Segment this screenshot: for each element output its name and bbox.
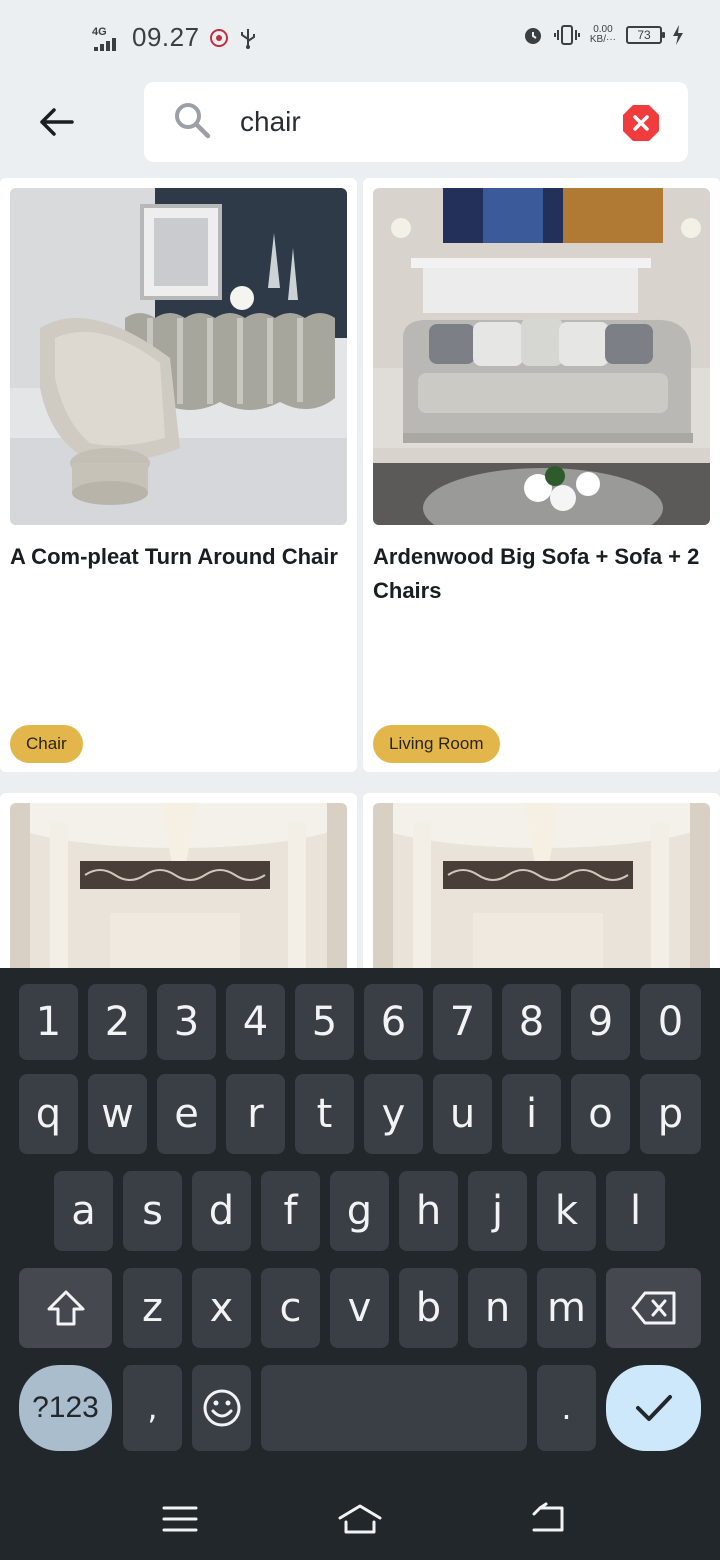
key-5[interactable]: 5: [295, 984, 354, 1060]
battery-icon: 73: [626, 26, 665, 44]
key-j[interactable]: j: [468, 1171, 527, 1251]
key-h[interactable]: h: [399, 1171, 458, 1251]
category-tag[interactable]: Chair: [10, 725, 83, 763]
key-i[interactable]: i: [502, 1074, 561, 1154]
key-o[interactable]: o: [571, 1074, 630, 1154]
key-y[interactable]: y: [364, 1074, 423, 1154]
key-m[interactable]: m: [537, 1268, 596, 1348]
product-image: [10, 803, 347, 968]
status-bar: 4G 09.27 0.00 KB/··· 73: [0, 0, 720, 78]
done-key[interactable]: [606, 1365, 701, 1451]
search-bar[interactable]: [144, 82, 688, 162]
key-a[interactable]: a: [54, 1171, 113, 1251]
home-icon: [338, 1504, 382, 1534]
key-x[interactable]: x: [192, 1268, 251, 1348]
key-k[interactable]: k: [537, 1171, 596, 1251]
network-type: 4G: [92, 25, 107, 38]
key-v[interactable]: v: [330, 1268, 389, 1348]
battery-level: 73: [637, 28, 651, 42]
key-7[interactable]: 7: [433, 984, 492, 1060]
backspace-icon: [631, 1291, 675, 1325]
key-n[interactable]: n: [468, 1268, 527, 1348]
key-1[interactable]: 1: [19, 984, 78, 1060]
search-icon: [175, 103, 211, 139]
status-right: 0.00 KB/··· 73: [522, 24, 684, 46]
product-title: Ardenwood Big Sofa + Sofa + 2 Chairs: [373, 544, 700, 603]
clock: 09.27: [132, 22, 200, 52]
soft-keyboard: 1 2 3 4 5 6 7 8 9 0 q w e r t y u i o p …: [0, 968, 720, 1560]
usb-icon: [240, 28, 255, 49]
key-s[interactable]: s: [123, 1171, 182, 1251]
network-speed: 0.00 KB/···: [590, 25, 616, 45]
menu-nav-button[interactable]: [150, 1494, 210, 1544]
space-key[interactable]: [261, 1365, 527, 1451]
status-left: 4G 09.27: [92, 22, 258, 53]
key-6[interactable]: 6: [364, 984, 423, 1060]
key-9[interactable]: 9: [571, 984, 630, 1060]
key-w[interactable]: w: [88, 1074, 147, 1154]
shift-key[interactable]: [19, 1268, 112, 1348]
emoji-icon: [203, 1389, 240, 1427]
key-4[interactable]: 4: [226, 984, 285, 1060]
category-tag[interactable]: Living Room: [373, 725, 500, 763]
product-image: [10, 188, 347, 525]
key-2[interactable]: 2: [88, 984, 147, 1060]
key-u[interactable]: u: [433, 1074, 492, 1154]
product-image: [373, 803, 710, 968]
product-image: [373, 188, 710, 525]
alarm-icon: [524, 28, 541, 44]
vibrate-icon: [553, 25, 580, 45]
period-key[interactable]: .: [537, 1365, 596, 1451]
search-header: [0, 78, 720, 178]
comma-key[interactable]: ,: [123, 1365, 182, 1451]
product-title: A Com-pleat Turn Around Chair: [10, 544, 338, 569]
search-input[interactable]: [240, 102, 600, 142]
home-nav-button[interactable]: [330, 1494, 390, 1544]
back-button[interactable]: [30, 100, 82, 144]
product-card[interactable]: [363, 793, 720, 968]
checkmark-icon: [635, 1395, 672, 1421]
product-card[interactable]: A Com-pleat Turn Around Chair Chair: [0, 178, 357, 772]
backspace-key[interactable]: [606, 1268, 701, 1348]
key-t[interactable]: t: [295, 1074, 354, 1154]
key-z[interactable]: z: [123, 1268, 182, 1348]
results-grid: A Com-pleat Turn Around Chair Chair Arde…: [0, 178, 720, 968]
system-nav-bar: [0, 1490, 720, 1560]
key-q[interactable]: q: [19, 1074, 78, 1154]
clear-search-button[interactable]: [622, 104, 660, 142]
shift-icon: [47, 1290, 84, 1326]
symbols-key[interactable]: ?123: [19, 1365, 112, 1451]
menu-icon: [162, 1506, 198, 1532]
key-e[interactable]: e: [157, 1074, 216, 1154]
back-nav-button[interactable]: [518, 1494, 578, 1544]
arrow-left-icon: [40, 108, 74, 136]
emoji-key[interactable]: [192, 1365, 251, 1451]
key-3[interactable]: 3: [157, 984, 216, 1060]
signal-icon: 4G: [92, 25, 124, 51]
key-c[interactable]: c: [261, 1268, 320, 1348]
product-card[interactable]: [0, 793, 357, 968]
key-b[interactable]: b: [399, 1268, 458, 1348]
speed-unit: KB/···: [589, 34, 616, 45]
key-r[interactable]: r: [226, 1074, 285, 1154]
app-notification-icon: [209, 28, 228, 47]
key-g[interactable]: g: [330, 1171, 389, 1251]
key-p[interactable]: p: [640, 1074, 701, 1154]
key-f[interactable]: f: [261, 1171, 320, 1251]
charging-icon: [673, 25, 683, 45]
key-l[interactable]: l: [606, 1171, 665, 1251]
key-8[interactable]: 8: [502, 984, 561, 1060]
key-d[interactable]: d: [192, 1171, 251, 1251]
key-0[interactable]: 0: [640, 984, 701, 1060]
product-card[interactable]: Ardenwood Big Sofa + Sofa + 2 Chairs Liv…: [363, 178, 720, 772]
back-nav-icon: [532, 1502, 564, 1532]
